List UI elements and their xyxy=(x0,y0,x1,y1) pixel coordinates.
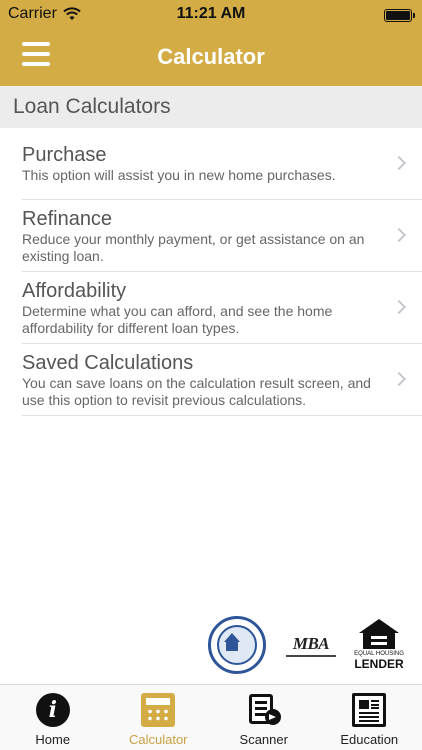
section-header: Loan Calculators xyxy=(0,86,422,128)
company-seal-logo xyxy=(208,616,266,674)
list-item-saved-calculations[interactable]: Saved Calculations You can save loans on… xyxy=(22,344,422,416)
tab-home[interactable]: i Home xyxy=(0,685,106,750)
scanner-icon xyxy=(247,693,281,727)
section-title: Loan Calculators xyxy=(13,95,171,118)
list-item-title: Refinance xyxy=(22,208,113,230)
mba-logo-text: MBA xyxy=(292,634,330,653)
tab-label: Education xyxy=(340,732,399,747)
chevron-right-icon xyxy=(391,299,407,314)
list-item-description: You can save loans on the calculation re… xyxy=(22,375,371,408)
footer-logos: MBA EQUAL HOUSING LENDER xyxy=(0,616,422,676)
status-bar: Carrier 11:21 AM xyxy=(0,0,422,30)
equal-housing-lender-logo: EQUAL HOUSING LENDER xyxy=(352,619,406,673)
app-header: Carrier 11:21 AM Calculator xyxy=(0,0,422,86)
tab-bar: i Home Calculator Scanner Education xyxy=(0,684,422,750)
tab-education[interactable]: Education xyxy=(317,685,422,750)
list-item-refinance[interactable]: Refinance Reduce your monthly payment, o… xyxy=(22,200,422,272)
info-icon: i xyxy=(35,693,70,727)
list-item-affordability[interactable]: Affordability Determine what you can aff… xyxy=(22,272,422,344)
list-item-title: Purchase xyxy=(22,144,107,166)
tab-calculator[interactable]: Calculator xyxy=(106,685,212,750)
mba-logo: MBA xyxy=(286,634,336,658)
list-item-title: Affordability xyxy=(22,280,127,302)
tab-label: Scanner xyxy=(239,732,288,747)
equal-housing-icon xyxy=(359,619,399,649)
tab-scanner[interactable]: Scanner xyxy=(211,685,317,750)
list-item-description: Determine what you can afford, and see t… xyxy=(22,303,333,336)
newspaper-icon xyxy=(352,693,387,727)
list-item-title: Saved Calculations xyxy=(22,352,194,374)
list-item-description: Reduce your monthly payment, or get assi… xyxy=(22,231,365,264)
tab-label: Home xyxy=(35,732,71,747)
list-item-purchase[interactable]: Purchase This option will assist you in … xyxy=(22,128,422,200)
calculator-icon xyxy=(141,693,176,727)
calculator-list: Purchase This option will assist you in … xyxy=(22,128,422,416)
chevron-right-icon xyxy=(391,371,407,386)
lender-text: LENDER xyxy=(354,657,404,671)
battery-icon xyxy=(384,9,415,22)
chevron-right-icon xyxy=(391,155,407,170)
tab-label: Calculator xyxy=(128,732,188,747)
page-title: Calculator xyxy=(157,44,265,69)
list-item-description: This option will assist you in new home … xyxy=(22,167,336,183)
chevron-right-icon xyxy=(391,227,407,242)
status-time: 11:21 AM xyxy=(176,5,246,22)
